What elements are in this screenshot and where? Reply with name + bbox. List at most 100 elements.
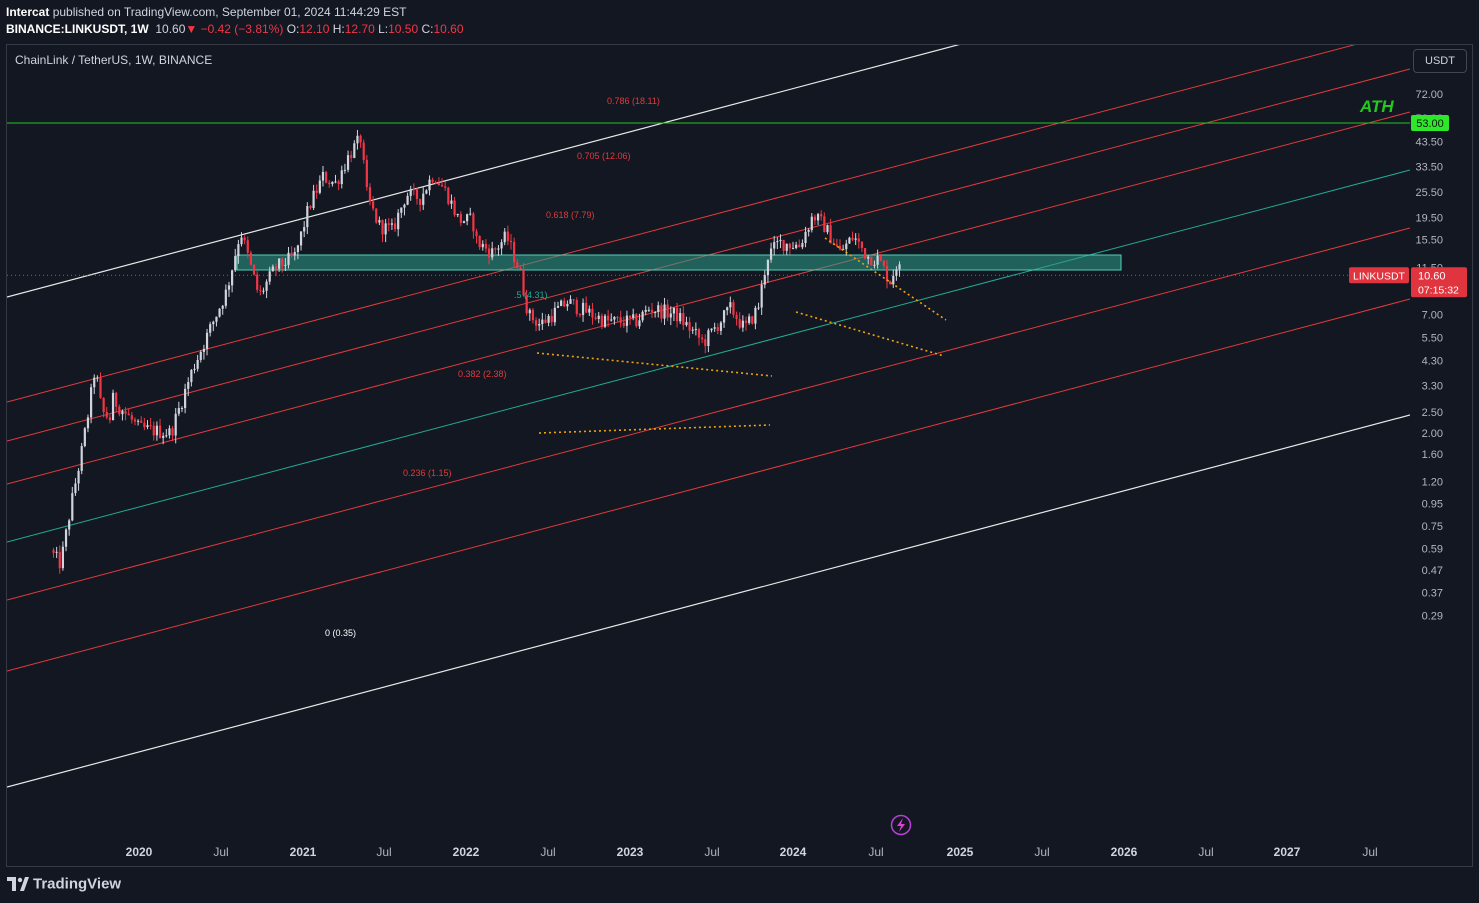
- candle: [149, 417, 152, 430]
- candle: [569, 295, 572, 304]
- resistance-zone[interactable]: [236, 254, 1122, 271]
- candle: [165, 428, 168, 438]
- candle: [560, 299, 563, 307]
- ath-price-tag: 53.00: [1411, 115, 1449, 131]
- candle: [647, 306, 650, 313]
- candle: [315, 184, 318, 199]
- candle: [437, 177, 441, 186]
- candle: [744, 316, 748, 331]
- candle: [575, 297, 578, 317]
- candle: [184, 383, 187, 414]
- time-tick-label: Jul: [1198, 845, 1213, 859]
- candle: [503, 228, 506, 246]
- candle: [227, 281, 231, 297]
- candle: [663, 297, 666, 325]
- candle: [798, 239, 801, 248]
- candle: [603, 314, 607, 329]
- time-tick-label: 2023: [617, 845, 644, 859]
- candle: [406, 192, 409, 206]
- price-tick-label: 0.29: [1422, 611, 1443, 623]
- candle: [218, 308, 221, 318]
- time-tick-label: Jul: [1034, 845, 1049, 859]
- candle: [199, 350, 202, 363]
- candle: [506, 225, 509, 246]
- candle: [531, 308, 535, 324]
- tradingview-logo[interactable]: TradingView: [7, 875, 121, 895]
- candle: [190, 368, 193, 387]
- candle: [682, 305, 685, 331]
- candle: [265, 279, 268, 299]
- candle: [788, 242, 791, 255]
- candle: [581, 298, 585, 322]
- candle: [140, 416, 143, 423]
- candle: [835, 238, 838, 248]
- candle: [450, 194, 453, 209]
- time-tick-label: 2021: [290, 845, 317, 859]
- candle: [174, 407, 177, 444]
- time-axis[interactable]: 2020 Jul 2021 Jul 2022 Jul 2023 Jul 2024 Jul 2025 J…: [126, 845, 1378, 859]
- candle: [748, 313, 751, 325]
- candle: [337, 179, 340, 191]
- channel-layer: [7, 45, 1410, 788]
- price-tick-label: 3.30: [1422, 381, 1443, 393]
- triangle-lower-line: [538, 424, 771, 434]
- candle: [801, 239, 804, 250]
- candle: [541, 312, 544, 331]
- candle: [870, 256, 873, 266]
- tradingview-brand: TradingView: [33, 875, 122, 893]
- candle: [685, 316, 688, 327]
- candle: [177, 401, 180, 417]
- candle: [152, 421, 155, 441]
- candle: [353, 140, 356, 159]
- price-tick-label: 0.47: [1422, 565, 1443, 577]
- candle: [892, 269, 895, 288]
- candle: [422, 187, 425, 210]
- price-tick-label: 25.50: [1415, 187, 1443, 199]
- candle: [528, 308, 531, 321]
- candle: [118, 404, 121, 417]
- candle: [231, 269, 234, 293]
- icon-layer: [890, 814, 912, 836]
- candle: [776, 237, 779, 250]
- candle: [343, 163, 347, 174]
- candle: [93, 374, 96, 395]
- candle: [243, 235, 246, 245]
- candle: [334, 174, 337, 184]
- candle: [816, 212, 820, 226]
- time-tick-label: Jul: [704, 845, 719, 859]
- candle: [553, 301, 556, 326]
- candle: [259, 285, 262, 296]
- price-tick-label: 15.50: [1415, 234, 1443, 246]
- candle: [719, 320, 723, 335]
- candle: [390, 218, 394, 231]
- candle: [585, 296, 588, 314]
- candle: [754, 305, 757, 330]
- candle: [350, 150, 353, 163]
- candle: [309, 205, 312, 210]
- candle: [368, 183, 372, 206]
- candle: [594, 313, 597, 321]
- candle: [130, 411, 133, 424]
- candle: [384, 219, 387, 243]
- candle: [146, 420, 149, 430]
- candle: [572, 299, 575, 305]
- candle: [688, 316, 691, 339]
- price-chart[interactable]: 0 (0.35) 0.236 (1.15) 0.382 (2.38) .5 (4.31…: [0, 0, 1479, 903]
- fib-line-0236: [7, 298, 1410, 672]
- candle: [58, 545, 61, 574]
- price-axis[interactable]: 72.0056.0043.5033.5025.5019.5015.5011.50…: [1415, 89, 1443, 623]
- candle: [654, 311, 657, 318]
- candle: [810, 213, 813, 233]
- candle: [478, 235, 481, 250]
- candle: [158, 418, 162, 439]
- candle: [889, 280, 892, 285]
- channel-bottom-line: [7, 414, 1410, 788]
- time-tick-label: 2026: [1111, 845, 1138, 859]
- candle: [378, 216, 381, 226]
- candle: [121, 409, 124, 421]
- time-tick-label: 2024: [780, 845, 807, 859]
- candle: [563, 297, 566, 308]
- currency-button[interactable]: USDT: [1413, 49, 1467, 73]
- candle: [666, 299, 669, 322]
- candle: [356, 129, 359, 150]
